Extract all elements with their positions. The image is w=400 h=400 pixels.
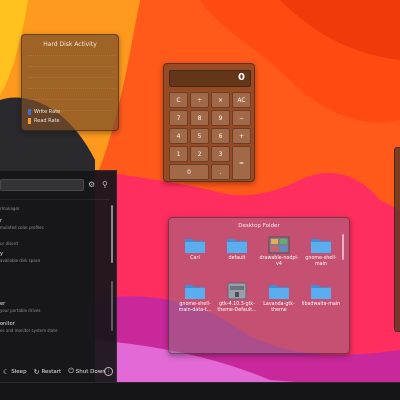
image-folder-icon	[268, 236, 290, 254]
legend-write-rate: Write Rate	[28, 109, 60, 115]
pin-icon[interactable]: ⚲	[102, 180, 108, 189]
calc-key-2[interactable]: 2	[190, 146, 209, 162]
folder-scrollbar[interactable]	[342, 234, 344, 260]
folder-item-label: gnome-shell-main-data-t...	[178, 302, 212, 313]
write-rate-label: Write Rate	[34, 109, 61, 115]
calculator-display: 0	[169, 70, 251, 87]
power-bar: ☾ Sleep ↻ Restart ⏻ Shut Down ⋮	[0, 364, 117, 379]
shut-down-button[interactable]: ⏻ Shut Down	[65, 367, 106, 376]
folder-item-label: Carl	[190, 256, 200, 261]
calc-key-clear[interactable]: C	[169, 92, 188, 108]
calculator-widget[interactable]: 0 C ÷ × AC 7 8 9 − 4 5 6 + 1 2 3 = 0 .	[163, 63, 255, 182]
desktop-folder-widget[interactable]: Desktop Folder Carl default drawable-nod…	[168, 217, 350, 354]
folder-item-label: Lavanda-gtk-theme	[263, 302, 295, 313]
folder-item-gnome-shell-main[interactable]: gnome-shell-main	[301, 236, 341, 268]
folder-icon	[185, 239, 205, 253]
write-rate-swatch	[28, 109, 31, 115]
folder-icon	[311, 285, 331, 299]
shut-down-label: Shut Down	[75, 368, 106, 375]
launcher-search-input[interactable]	[0, 179, 84, 191]
calc-key-3[interactable]: 3	[211, 146, 230, 162]
launcher-app-list: rmanager r mulated color profiles ur dis…	[0, 199, 110, 349]
power-icon: ⏻	[68, 367, 74, 375]
folder-item-libadwaita-main[interactable]: libadwaita-main	[301, 282, 341, 308]
folder-icon	[269, 285, 289, 299]
folder-item-label: default	[228, 256, 246, 261]
calc-key-7[interactable]: 7	[169, 110, 188, 126]
folder-item-label: libadwaita-main	[301, 302, 341, 307]
folder-widget-title: Desktop Folder	[238, 223, 280, 229]
more-options-button[interactable]: ⋮	[104, 367, 113, 376]
folder-icon	[311, 239, 331, 253]
folder-item-carl[interactable]: Carl	[175, 236, 215, 262]
list-item-subtitle[interactable]: rmanager	[0, 206, 20, 211]
sleep-icon: ☾	[3, 367, 10, 376]
folder-item-label: drawable-nodpi-v4	[259, 256, 299, 267]
calc-key-minus[interactable]: −	[232, 110, 251, 126]
launcher-scrollbar[interactable]	[111, 205, 113, 263]
calc-key-6[interactable]: 6	[211, 128, 230, 144]
calc-key-8[interactable]: 8	[190, 110, 209, 126]
calc-key-1[interactable]: 1	[169, 146, 188, 162]
hdd-legend: Write Rate Read Rate	[28, 109, 60, 127]
calc-key-decimal[interactable]: .	[211, 164, 230, 180]
folder-item-default[interactable]: default	[217, 236, 257, 262]
calc-key-all-clear[interactable]: AC	[232, 92, 251, 108]
list-item-subtitle: available disk space	[0, 258, 41, 263]
calc-key-divide[interactable]: ÷	[190, 92, 209, 108]
read-rate-swatch	[28, 118, 31, 124]
calc-key-multiply[interactable]: ×	[211, 92, 230, 108]
settings-icon[interactable]: ⚙	[88, 180, 95, 189]
list-item-title[interactable]: y	[0, 251, 3, 257]
folder-item-gtk-theme-archive[interactable]: gtk-4.10.3-gtk-theme-Default...	[217, 282, 257, 314]
calc-key-0[interactable]: 0	[169, 164, 209, 180]
application-launcher[interactable]: ⚙ ⚲ rmanager r mulated color profiles ur…	[0, 170, 117, 382]
calc-key-4[interactable]: 4	[169, 128, 188, 144]
sleep-button[interactable]: ☾ Sleep	[0, 368, 27, 376]
launcher-scrollbar-track[interactable]	[111, 281, 113, 331]
list-item-title[interactable]: r	[0, 218, 2, 224]
taskbar[interactable]	[0, 382, 400, 400]
calc-key-9[interactable]: 9	[211, 110, 230, 126]
folder-item-drawable-nodpi-v4[interactable]: drawable-nodpi-v4	[259, 236, 299, 268]
read-rate-label: Read Rate	[34, 118, 60, 124]
archive-icon	[227, 282, 247, 300]
hard-disk-activity-widget[interactable]: Hard Disk Activity Write Rate Read Rate	[21, 34, 119, 131]
sleep-label: Sleep	[11, 368, 27, 375]
restart-button[interactable]: ↻ Restart	[31, 368, 62, 376]
folder-item-label: gnome-shell-main	[305, 256, 337, 267]
offscreen-widget-edge[interactable]	[394, 147, 400, 332]
list-item-title[interactable]: er	[0, 301, 5, 307]
restart-label: Restart	[41, 368, 62, 375]
folder-item-lavanda-gtk-theme[interactable]: Lavanda-gtk-theme	[259, 282, 299, 314]
restart-icon: ↻	[33, 367, 40, 376]
calc-key-equals[interactable]: =	[232, 146, 251, 180]
list-item-subtitle: mulated color profiles	[0, 225, 44, 230]
calc-key-plus[interactable]: +	[232, 128, 251, 144]
folder-icon	[227, 239, 247, 253]
legend-read-rate: Read Rate	[28, 118, 60, 124]
list-item-subtitle: your portable drives	[0, 308, 41, 313]
calc-key-5[interactable]: 5	[190, 128, 209, 144]
list-item-title[interactable]: onitor	[0, 321, 15, 327]
list-item-subtitle[interactable]: ur disord	[0, 241, 18, 246]
folder-item-label: gtk-4.10.3-gtk-theme-Default...	[217, 302, 257, 313]
folder-icon	[185, 285, 205, 299]
folder-item-gnome-shell-main-data[interactable]: gnome-shell-main-data-t...	[175, 282, 215, 314]
hdd-widget-title: Hard Disk Activity	[43, 41, 97, 48]
list-item-subtitle: es and monitor system state	[0, 328, 58, 333]
